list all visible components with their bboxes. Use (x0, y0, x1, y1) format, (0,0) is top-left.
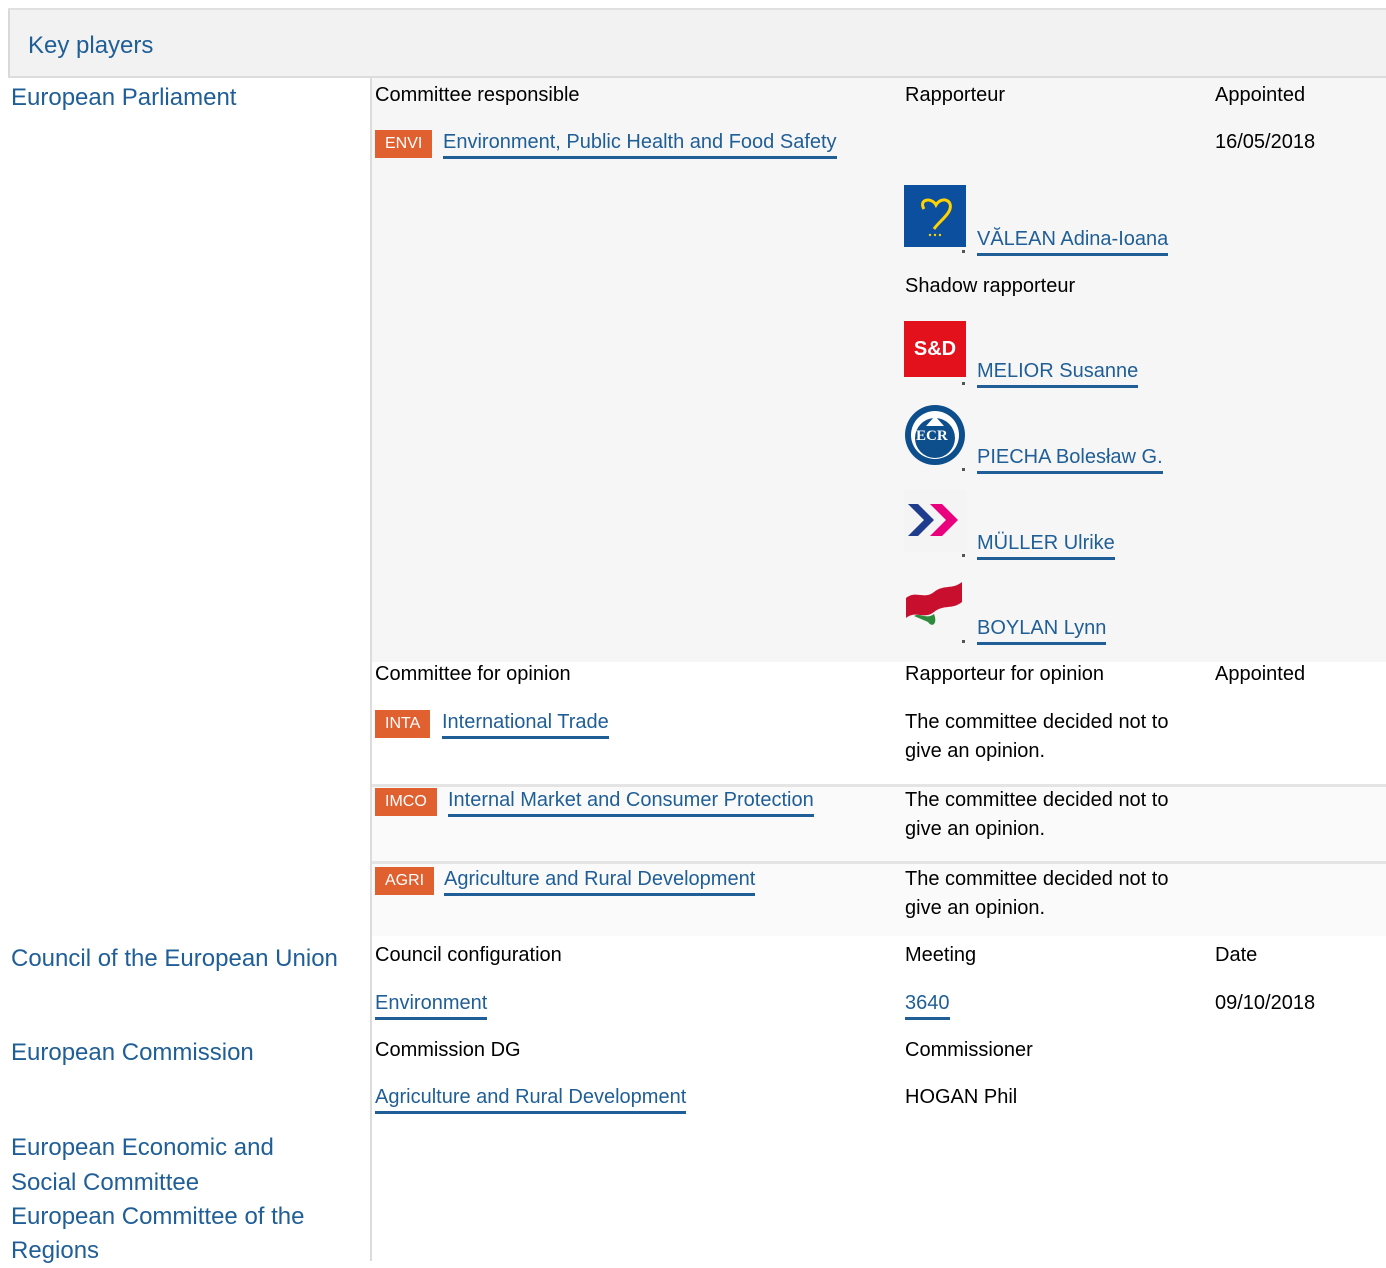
col-council-configuration: Council configuration (375, 944, 562, 966)
shadow-rapporteur-link-2[interactable]: PIECHA Bolesław G. (977, 444, 1163, 474)
opinion-status-line2: give an opinion. (905, 897, 1046, 919)
institution-cor-line2: Regions (11, 1237, 100, 1264)
col-meeting: Meeting (905, 944, 977, 966)
opinion-status-line2: give an opinion. (905, 740, 1046, 762)
meeting-date: 09/10/2018 (1215, 992, 1316, 1014)
epp-heart-logo-icon (904, 185, 966, 247)
opinion-status-line1: The committee decided not to (905, 789, 1169, 811)
col-commission-dg: Commission DG (375, 1039, 521, 1061)
col-appointed: Appointed (1215, 84, 1306, 106)
col-date: Date (1215, 944, 1258, 966)
commissioner-name: HOGAN Phil (905, 1086, 1018, 1108)
col-appointed-opinion: Appointed (1215, 663, 1306, 685)
institution-commission: European Commission (11, 1039, 254, 1066)
col-commissioner: Commissioner (905, 1039, 1033, 1061)
institution-eesc-line1: European Economic and (11, 1134, 274, 1161)
column-divider (370, 78, 372, 1261)
rapporteur-link[interactable]: VĂLEAN Adina-Ioana (977, 226, 1169, 256)
sd-logo-icon: S&D (904, 321, 966, 377)
appointed-date: 16/05/2018 (1215, 131, 1316, 153)
committee-badge-envi: ENVI (375, 130, 433, 158)
meeting-link[interactable]: 3640 (905, 990, 950, 1020)
responsible-committee-area (372, 78, 1386, 662)
separator-dot (962, 554, 965, 557)
committee-link-envi[interactable]: Environment, Public Health and Food Safe… (443, 129, 837, 159)
committee-badge-agri: AGRI (375, 867, 435, 895)
committee-link-agri[interactable]: Agriculture and Rural Development (444, 866, 756, 896)
separator-dot (962, 468, 965, 471)
shadow-rapporteur-link-3[interactable]: MÜLLER Ulrike (977, 530, 1115, 560)
ecr-logo-icon: ECR (904, 404, 966, 466)
council-configuration-link[interactable]: Environment (375, 990, 488, 1020)
shadow-rapporteur-link-4[interactable]: BOYLAN Lynn (977, 615, 1107, 645)
institution-eesc-line2: Social Committee (11, 1169, 200, 1196)
institution-european-parliament: European Parliament (11, 84, 237, 111)
commission-dg-link[interactable]: Agriculture and Rural Development (375, 1084, 687, 1114)
institution-council: Council of the European Union (11, 945, 338, 972)
opinion-status-line2: give an opinion. (905, 818, 1046, 840)
col-rapporteur: Rapporteur (905, 84, 1006, 106)
institution-cor-line1: European Committee of the (11, 1203, 305, 1230)
key-players-header: Key players (8, 10, 1386, 78)
separator-dot (962, 250, 965, 253)
section-title: Key players (28, 32, 154, 59)
shadow-rapporteur-label: Shadow rapporteur (905, 275, 1076, 297)
opinion-status-line1: The committee decided not to (905, 711, 1169, 733)
gue-flag-logo-icon (904, 576, 966, 638)
committee-badge-inta: INTA (375, 710, 431, 738)
committee-badge-imco: IMCO (375, 788, 437, 816)
committee-link-imco[interactable]: Internal Market and Consumer Protection (448, 787, 814, 817)
col-committee-opinion: Committee for opinion (375, 663, 571, 685)
col-committee-responsible: Committee responsible (375, 84, 580, 106)
renew-chevrons-logo-icon (904, 490, 966, 552)
ecr-logo-text: ECR (916, 428, 948, 444)
separator-dot (962, 382, 965, 385)
shadow-rapporteur-link-1[interactable]: MELIOR Susanne (977, 358, 1139, 388)
opinion-status-line1: The committee decided not to (905, 868, 1169, 890)
col-rapporteur-opinion: Rapporteur for opinion (905, 663, 1105, 685)
committee-link-inta[interactable]: International Trade (442, 709, 609, 739)
separator-dot (962, 640, 965, 643)
